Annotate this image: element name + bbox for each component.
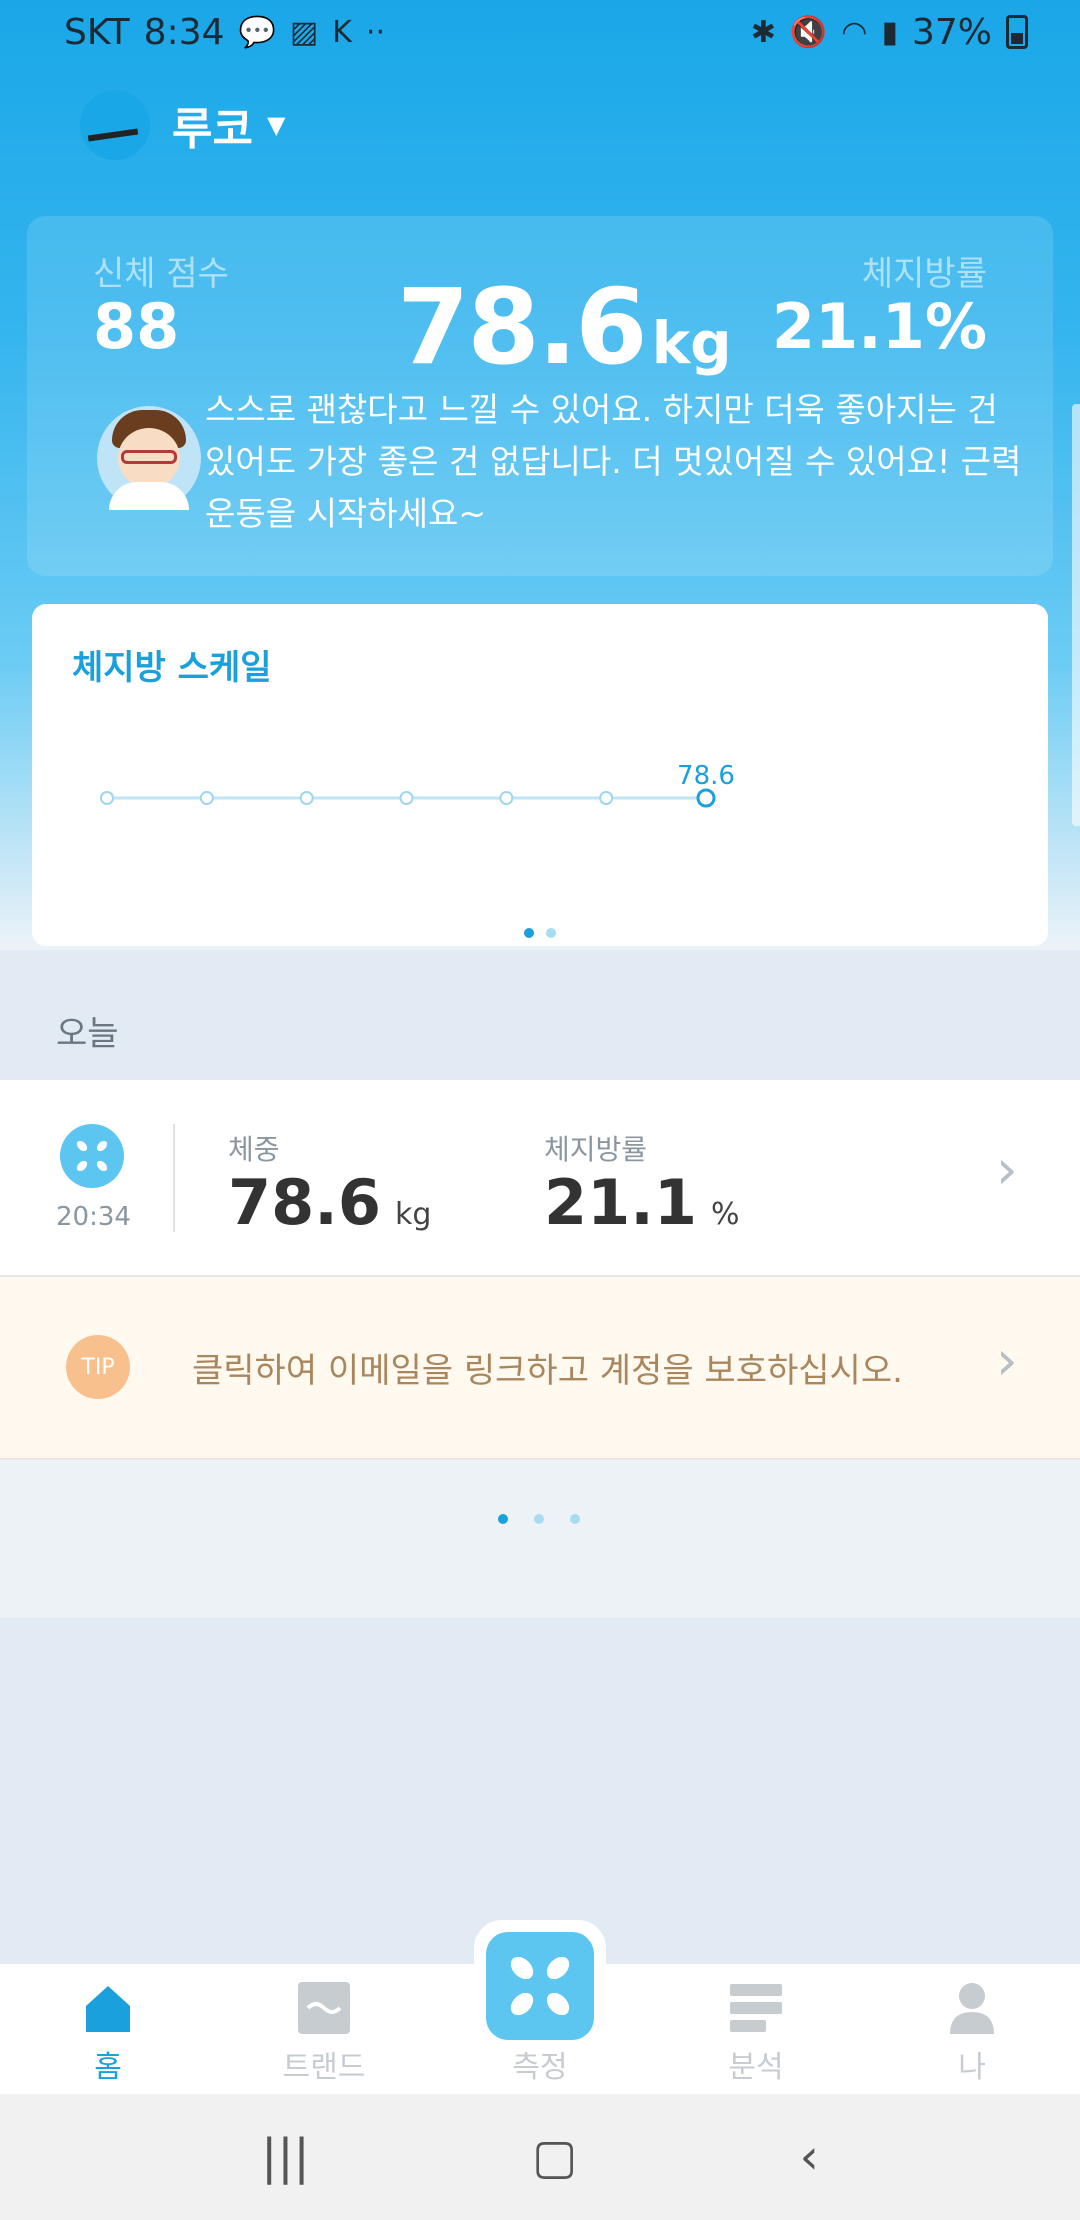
advice-text: 스스로 괜찮다고 느낄 수 있어요. 하지만 더욱 좋아지는 건 있어도 가장 …: [205, 390, 1022, 533]
app-icon: K: [332, 14, 352, 50]
measure-button[interactable]: [474, 1920, 606, 2052]
chart-point[interactable]: [499, 791, 514, 805]
nav-me-label: 나: [958, 2050, 986, 2085]
coach-avatar: [97, 406, 201, 510]
image-icon: ▨: [289, 14, 319, 50]
nav-trend-label: 트랜드: [282, 2050, 366, 2085]
recents-button[interactable]: |||: [261, 2129, 310, 2185]
record-weight-unit: kg: [394, 1197, 432, 1232]
coach-glasses: [121, 450, 177, 464]
record-time: 20:34: [56, 1202, 131, 1232]
pager-dot[interactable]: [534, 1514, 544, 1524]
chart-point[interactable]: [696, 788, 716, 808]
person-icon: [950, 1983, 994, 2034]
record-weight: 78.6 kg: [228, 1166, 431, 1239]
weight-value: 78.6: [397, 266, 648, 388]
scale-pager[interactable]: [524, 928, 556, 938]
summary-card[interactable]: 신체 점수 88 78.6 kg 체지방률 21.1% 스스로 괜찮다고 느낄 …: [27, 216, 1053, 576]
carrier-label: SKT: [64, 11, 130, 53]
pager-dot[interactable]: [524, 928, 534, 938]
body-fat-value: 21.1%: [771, 290, 987, 363]
chart-point[interactable]: [599, 791, 614, 805]
home-button[interactable]: ▢: [532, 2129, 577, 2185]
today-section-label: 오늘: [56, 1014, 119, 1054]
wifi-icon: ◠: [841, 14, 868, 50]
cards-pager-band: [0, 1460, 1080, 1618]
chart-point[interactable]: [199, 791, 214, 805]
body-fat-label: 체지방률: [861, 254, 987, 294]
status-bar: SKT 8:34 💬 ▨ K ·· ✱ 🔇 ◠ ▮ 37%: [0, 0, 1080, 64]
weight-unit: kg: [651, 309, 732, 377]
weight-display: 78.6 kg: [397, 266, 732, 388]
chart-point[interactable]: [100, 791, 114, 805]
record-fat-value: 21.1: [544, 1166, 697, 1239]
edge-panel-handle[interactable]: [1072, 404, 1080, 826]
profile-name[interactable]: 루코: [172, 93, 253, 157]
status-right: ✱ 🔇 ◠ ▮ 37%: [751, 12, 1028, 53]
profile-selector[interactable]: 루코 ▼: [80, 90, 285, 160]
nav-analysis-label: 분석: [728, 2050, 784, 2085]
record-weight-value: 78.6: [228, 1166, 381, 1239]
chart-point[interactable]: [299, 791, 314, 805]
scale-chart-card[interactable]: 체지방 스케일 78.6: [32, 604, 1048, 946]
tip-text[interactable]: 클릭하여 이메일을 링크하고 계정을 보호하십시오.: [192, 1343, 903, 1392]
battery-icon: [1006, 15, 1028, 49]
scale-icon: [60, 1124, 124, 1188]
pager-dot[interactable]: [498, 1514, 508, 1524]
home-icon: [86, 1986, 130, 2032]
today-pager[interactable]: [498, 1514, 580, 1524]
measure-icon: [486, 1932, 594, 2040]
nav-home-label: 홈: [94, 2050, 122, 2085]
coach-coat: [109, 482, 189, 510]
more-dots-icon: ··: [365, 14, 385, 50]
back-button[interactable]: ‹: [800, 2129, 819, 2185]
chart-point[interactable]: [399, 791, 414, 805]
chevron-down-icon[interactable]: ▼: [267, 111, 285, 139]
nav-home[interactable]: 홈: [0, 1964, 216, 2094]
analysis-icon: [730, 1984, 782, 2032]
record-fat-unit: %: [710, 1197, 740, 1232]
weight-label: 체중: [228, 1133, 280, 1166]
talk-icon: 💬: [238, 14, 276, 50]
pager-dot[interactable]: [546, 928, 556, 938]
nav-analysis[interactable]: 분석: [648, 1964, 864, 2094]
nav-me[interactable]: 나: [864, 1964, 1080, 2094]
scale-chart: 78.6: [100, 761, 735, 808]
today-record-row[interactable]: 20:34 체중 78.6 kg 체지방률 21.1 % ›: [0, 1080, 1080, 1276]
system-nav-bar: ||| ▢ ‹: [0, 2094, 1080, 2220]
body-score-value: 88: [93, 290, 180, 363]
clock: 8:34: [143, 11, 225, 53]
status-left: SKT 8:34 💬 ▨ K ··: [64, 12, 385, 53]
signal-icon: ▮: [881, 14, 898, 50]
battery-percent: 37%: [911, 11, 992, 53]
chevron-right-icon[interactable]: ›: [996, 1138, 1018, 1201]
tip-badge: TIP: [66, 1335, 130, 1399]
fat-label: 체지방률: [544, 1133, 648, 1166]
bluetooth-icon: ✱: [750, 14, 776, 50]
pager-dot[interactable]: [570, 1514, 580, 1524]
body-score-label: 신체 점수: [93, 254, 229, 294]
trend-icon: [298, 1982, 350, 2034]
chart-data-label: 78.6: [677, 761, 735, 791]
record-fat: 21.1 %: [544, 1166, 740, 1239]
mute-icon: 🔇: [789, 14, 828, 50]
tip-row[interactable]: TIP 클릭하여 이메일을 링크하고 계정을 보호하십시오. ›: [0, 1277, 1080, 1459]
record-divider: [173, 1124, 175, 1232]
avatar[interactable]: [80, 90, 150, 160]
tip-chevron-right-icon[interactable]: ›: [996, 1329, 1018, 1392]
nav-trend[interactable]: 트랜드: [216, 1964, 432, 2094]
